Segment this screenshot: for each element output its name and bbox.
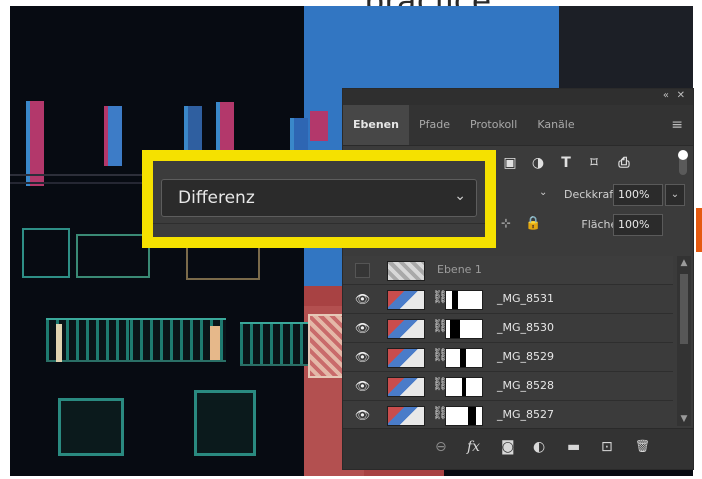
type-filter-icon[interactable]: T — [557, 154, 575, 172]
visibility-toggle[interactable] — [355, 263, 370, 278]
eye-icon[interactable]: 👁 — [355, 292, 370, 306]
layer-name: _MG_8529 — [497, 350, 555, 363]
eye-icon[interactable]: 👁 — [355, 379, 370, 393]
layer-mask — [445, 377, 483, 397]
highlight-inner: Differenz ⌄ — [153, 161, 485, 237]
layer-name: Ebene 1 — [437, 263, 482, 276]
trash-icon[interactable]: 🗑 — [635, 439, 650, 453]
blend-mode-select[interactable]: Differenz ⌄ — [161, 179, 477, 217]
collapse-icon[interactable]: « — [663, 90, 669, 101]
adjustment-filter-icon[interactable]: ◑ — [529, 154, 547, 172]
balcony-rail — [240, 322, 308, 366]
scroll-thumb[interactable] — [680, 274, 688, 344]
facade-lower-window — [194, 390, 256, 456]
tab-protokoll[interactable]: Protokoll — [460, 105, 527, 145]
eye-icon[interactable]: 👁 — [355, 408, 370, 422]
layers-list: Ebene 1 👁 ⛓ _MG_8531 👁 ⛓ _MG_8530 👁 ⛓ _M… — [343, 256, 673, 430]
fx-icon[interactable]: fx — [467, 439, 480, 455]
layer-row[interactable]: 👁 ⛓ _MG_8531 — [343, 285, 673, 314]
link-layers-icon[interactable]: ⊖ — [435, 439, 447, 455]
shape-filter-icon[interactable]: ⌑ — [585, 154, 603, 172]
layer-thumbnail — [387, 348, 425, 368]
opacity-dropdown-icon[interactable]: ⌄ — [665, 184, 685, 206]
smart-object-filter-icon[interactable]: ⎙ — [615, 154, 633, 172]
layer-row[interactable]: 👁 ⛓ _MG_8530 — [343, 314, 673, 343]
page-tab-marker — [696, 208, 702, 252]
window-light — [210, 326, 220, 360]
filter-toggle[interactable] — [678, 150, 688, 175]
layer-row[interactable]: 👁 ⛓ _MG_8527 — [343, 401, 673, 430]
folder-icon[interactable]: ▬ — [567, 439, 580, 455]
opacity-field[interactable]: 100% — [613, 184, 663, 206]
facade-post — [104, 106, 122, 166]
layer-thumbnail — [387, 290, 425, 310]
chevron-down-icon[interactable]: ⌄ — [454, 188, 466, 204]
tab-kanaele[interactable]: Kanäle — [527, 105, 584, 145]
layer-name: _MG_8527 — [497, 408, 555, 421]
blend-mode-value: Differenz — [178, 188, 255, 208]
adjustment-layer-icon[interactable]: ◐ — [533, 439, 545, 455]
layer-thumbnail — [387, 406, 425, 426]
lock-icon[interactable]: 🔒 — [525, 216, 541, 231]
fill-field[interactable]: 100% — [613, 214, 663, 236]
layer-name: _MG_8531 — [497, 292, 555, 305]
layer-mask — [445, 348, 483, 368]
lock-position-icon[interactable]: ⊹ — [501, 216, 511, 230]
close-icon[interactable]: ✕ — [677, 90, 685, 101]
facade-window — [22, 228, 70, 278]
chevron-down-icon[interactable]: ⌄ — [539, 187, 547, 198]
mask-icon[interactable]: ◙ — [501, 439, 515, 455]
panel-titlebar: « ✕ — [343, 89, 693, 105]
layer-thumbnail — [387, 319, 425, 339]
layers-panel: « ✕ Ebenen Pfade Protokoll Kanäle ≡ ▣ ◑ … — [342, 88, 694, 470]
layer-name: _MG_8530 — [497, 321, 555, 334]
facade-window — [76, 234, 150, 278]
facade-lower-window — [58, 398, 124, 456]
tab-ebenen[interactable]: Ebenen — [343, 105, 409, 145]
layer-mask — [445, 290, 483, 310]
tab-pfade[interactable]: Pfade — [409, 105, 460, 145]
layer-row[interactable]: 👁 ⛓ _MG_8528 — [343, 372, 673, 401]
divider — [153, 223, 485, 224]
facade-sign — [310, 111, 328, 141]
scroll-down-icon[interactable]: ▼ — [677, 414, 691, 424]
new-layer-icon[interactable]: ⊡ — [601, 439, 613, 455]
layer-mask — [445, 406, 483, 426]
panel-menu-icon[interactable]: ≡ — [671, 117, 683, 133]
layer-mask — [445, 319, 483, 339]
eye-icon[interactable]: 👁 — [355, 350, 370, 364]
layer-row[interactable]: 👁 ⛓ _MG_8529 — [343, 343, 673, 372]
panel-bottom-toolbar: ⊖ fx ◙ ◐ ▬ ⊡ 🗑 — [343, 428, 693, 469]
scroll-up-icon[interactable]: ▲ — [677, 258, 691, 268]
eye-icon[interactable]: 👁 — [355, 321, 370, 335]
layer-thumbnail — [387, 377, 425, 397]
layer-row[interactable]: Ebene 1 — [343, 256, 673, 285]
blend-mode-highlight: Differenz ⌄ — [142, 150, 496, 248]
window-light — [56, 324, 62, 362]
panel-tabs: Ebenen Pfade Protokoll Kanäle ≡ — [343, 105, 693, 146]
layers-scrollbar[interactable]: ▲ ▼ — [677, 256, 691, 426]
image-filter-icon[interactable]: ▣ — [501, 154, 519, 172]
layer-thumbnail — [387, 261, 425, 281]
layer-name: _MG_8528 — [497, 379, 555, 392]
